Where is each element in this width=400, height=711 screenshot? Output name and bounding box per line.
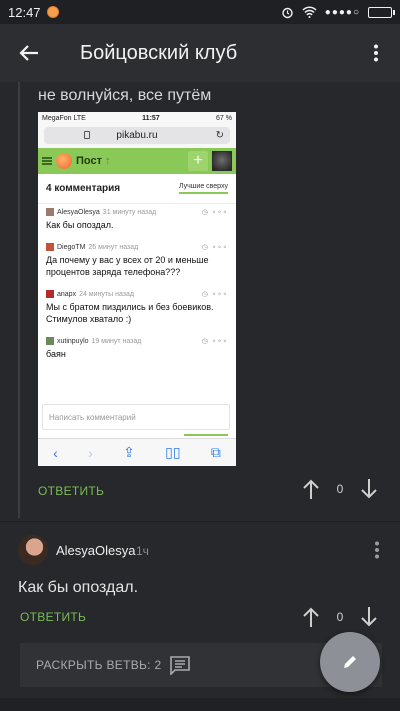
image-time: 11:57	[142, 114, 160, 122]
image-nav-bar: Пост ↑ +	[38, 148, 236, 174]
image-url-bar: pikabu.ru ↻	[38, 124, 236, 148]
image-comment-avatar	[46, 290, 54, 298]
clock-icon: ◷ ∘∘∘	[201, 291, 228, 298]
image-url: pikabu.ru	[116, 130, 158, 141]
image-comment-avatar	[46, 208, 54, 216]
image-comment-time: 24 минуты назад	[79, 290, 134, 298]
image-comment-count: 4 комментария	[46, 183, 121, 194]
comment-icon	[170, 656, 191, 675]
up-arrow-icon: ↑	[105, 155, 111, 167]
image-comment-text: Да почему у вас у всех от 20 и меньше пр…	[46, 255, 209, 277]
expand-branch-label: РАСКРЫТЬ ВЕТВЬ: 2	[36, 658, 162, 672]
image-browser-toolbar: ‹ › ⇪ ▯▯ ⧉	[38, 438, 236, 466]
downvote-icon[interactable]	[360, 478, 378, 500]
comment-actions: ОТВЕТИТЬ	[38, 476, 104, 506]
image-nav-title-text: Пост	[76, 155, 102, 167]
wifi-icon	[302, 6, 317, 18]
image-comment-time: 26 минут назад	[88, 243, 139, 251]
reload-icon: ↻	[215, 130, 224, 141]
write-comment-fab[interactable]	[320, 632, 380, 692]
upvote-icon[interactable]	[302, 478, 320, 500]
back-icon: ‹	[53, 444, 58, 461]
forward-icon: ›	[88, 444, 93, 461]
bottom-strip	[0, 698, 400, 711]
tabs-icon: ⧉	[210, 444, 221, 460]
signal-icon: ●●●●○	[324, 6, 360, 18]
image-comment-time: 19 минут назад	[91, 337, 142, 345]
image-comment-user: DiegoTM	[57, 243, 86, 251]
notification-icon	[46, 6, 59, 18]
reply-button[interactable]: ОТВЕТИТЬ	[38, 484, 104, 498]
vote-controls: 0	[302, 478, 378, 500]
comment-text: не волнуйся, все путём	[38, 87, 212, 104]
back-button[interactable]	[0, 24, 58, 82]
hamburger-icon	[42, 157, 52, 165]
app-bar: Бойцовский клуб	[0, 24, 400, 82]
comment-author[interactable]: AlesyaOlesya	[56, 543, 135, 558]
pencil-icon	[344, 656, 356, 668]
image-comment-user: AlesyaOlesya	[57, 208, 100, 216]
image-comment-avatar	[46, 243, 54, 251]
image-carrier: MegaFon LTE	[42, 114, 86, 122]
status-icons: ●●●●○	[281, 6, 395, 19]
image-sort-label: Лучшие сверху	[178, 183, 228, 194]
upvote-icon[interactable]	[302, 606, 320, 628]
image-divider	[184, 434, 228, 436]
image-battery: 67 %	[216, 114, 232, 122]
back-arrow-icon	[19, 45, 38, 61]
image-comment: xutinpuylo 19 минут назад ◷ ∘∘∘ баян	[38, 333, 236, 362]
clock-icon: ◷ ∘∘∘	[201, 338, 228, 345]
status-bar: 12:47 ●●●●○	[0, 0, 400, 24]
image-comment: DiegoTM 26 минут назад ◷ ∘∘∘ Да почему у в…	[38, 239, 236, 280]
overflow-menu-button[interactable]	[352, 24, 400, 82]
image-comment-text: баян	[46, 349, 66, 359]
comment-menu-button[interactable]	[366, 537, 388, 563]
image-comment-user: anapx	[57, 290, 77, 298]
image-comment-count-row: 4 комментария Лучшие сверху	[38, 174, 236, 204]
clock-icon: ◷ ∘∘∘	[201, 209, 228, 216]
comment-text: Как бы опоздал.	[18, 579, 139, 596]
share-icon: ⇪	[123, 444, 135, 460]
vote-score: 0	[336, 610, 344, 624]
image-status-bar: MegaFon LTE 11:57 67 %	[38, 112, 236, 124]
reply-button[interactable]: ОТВЕТИТЬ	[20, 610, 86, 624]
comment-image[interactable]: MegaFon LTE 11:57 67 % pikabu.ru ↻ Пост …	[38, 112, 236, 466]
image-avatar	[212, 151, 232, 171]
image-comment-user: xutinpuylo	[57, 337, 89, 345]
more-vert-icon	[374, 44, 378, 62]
image-comment-time: 31 минуту назад	[102, 208, 157, 216]
alarm-icon	[282, 7, 293, 18]
pikabu-logo	[56, 153, 72, 169]
downvote-icon[interactable]	[360, 606, 378, 628]
more-vert-icon	[375, 541, 379, 559]
lock-icon	[84, 131, 90, 139]
battery-icon	[368, 6, 395, 18]
plus-icon: +	[188, 151, 208, 171]
vote-controls: 0	[302, 606, 378, 628]
image-comment: AlesyaOlesya 31 минуту назад ◷ ∘∘∘ Как бы …	[38, 204, 236, 233]
bookmarks-icon: ▯▯	[165, 444, 181, 460]
image-comment-text: Как бы опоздал.	[46, 220, 114, 230]
thread-line	[18, 82, 20, 518]
comment-divider	[0, 521, 400, 522]
image-comment: anapx 24 минуты назад ◷ ∘∘∘ Мы с братом пи…	[38, 286, 236, 327]
image-nav-title: Пост ↑	[76, 155, 111, 167]
comment-time: 1ч	[136, 544, 149, 558]
comment-actions: ОТВЕТИТЬ	[20, 602, 86, 632]
status-time: 12:47	[8, 4, 41, 20]
image-comment-text: Мы с братом пиздились и без боевиков. Ст…	[46, 302, 214, 324]
clock-icon: ◷ ∘∘∘	[201, 244, 228, 251]
image-comment-input: Написать комментарий	[42, 404, 230, 430]
image-url-box: pikabu.ru ↻	[44, 127, 230, 144]
avatar[interactable]	[18, 535, 48, 565]
vote-score: 0	[336, 482, 344, 496]
page-title: Бойцовский клуб	[80, 41, 238, 64]
image-comment-avatar	[46, 337, 54, 345]
